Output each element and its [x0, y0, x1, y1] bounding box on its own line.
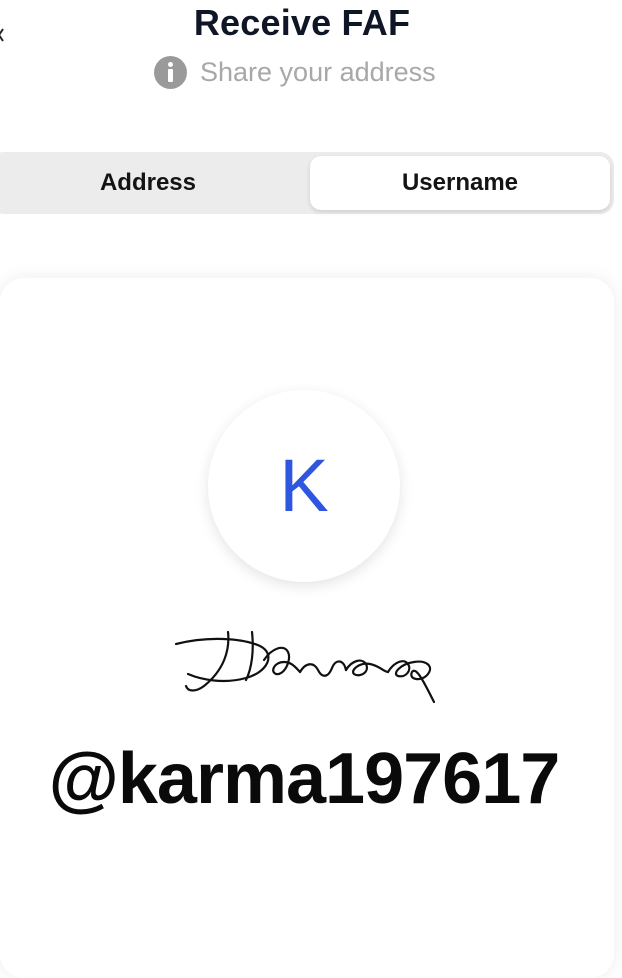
signature-image: [174, 630, 436, 704]
username-handle: @karma197617: [48, 739, 561, 819]
avatar: K: [208, 390, 400, 582]
page-subtitle: Share your address: [200, 56, 436, 87]
info-icon[interactable]: [154, 55, 187, 89]
page-title: Receive FAF: [193, 2, 411, 43]
subtitle-row[interactable]: Share your address: [154, 55, 436, 89]
header: Receive FAF Share your address: [0, 0, 622, 100]
tab-address[interactable]: Address: [0, 156, 296, 210]
tab-switcher: Address Username: [0, 152, 614, 214]
tab-username[interactable]: Username: [310, 156, 610, 210]
avatar-letter: K: [279, 444, 329, 527]
